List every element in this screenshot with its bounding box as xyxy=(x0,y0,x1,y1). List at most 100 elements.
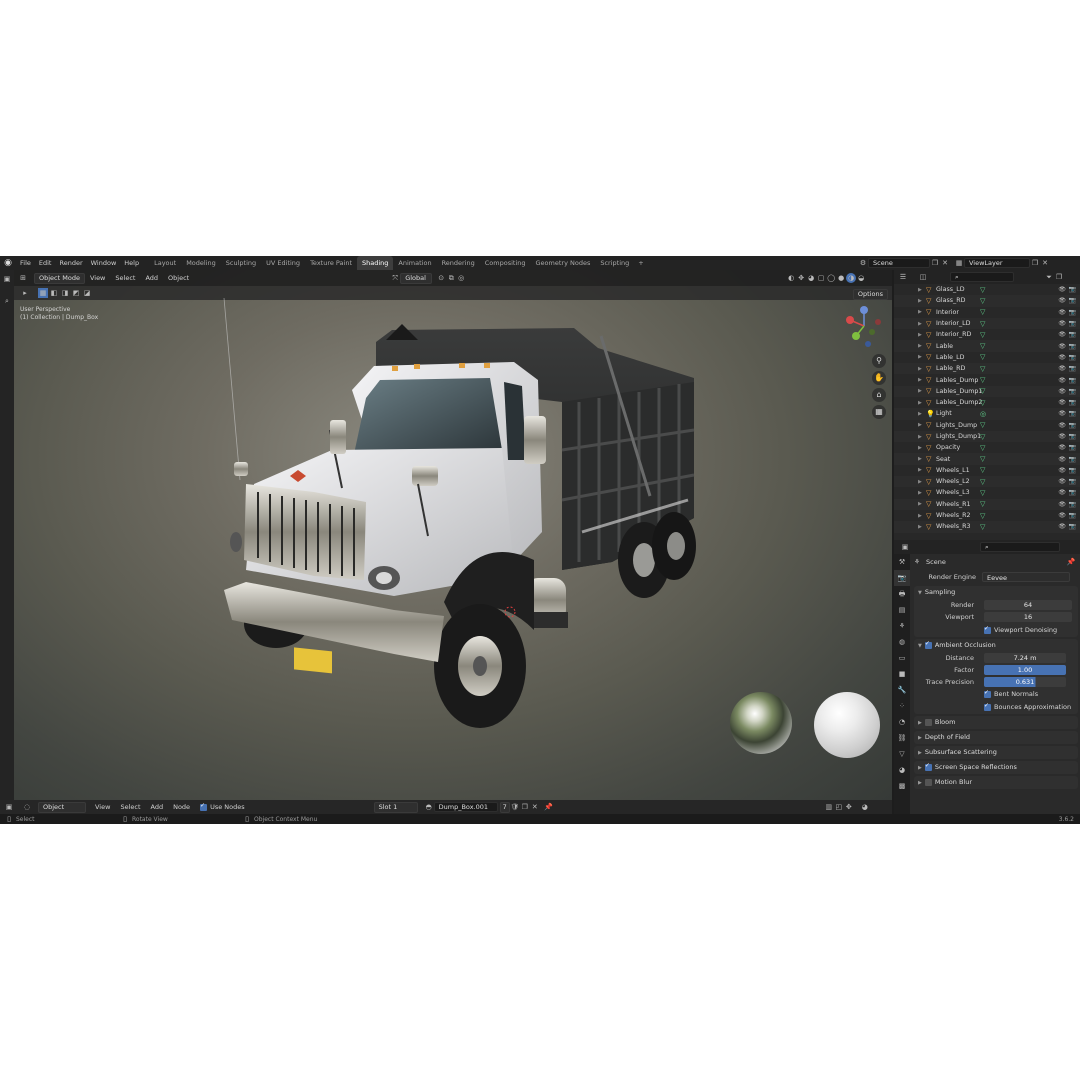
ao-header[interactable]: ▼ Ambient Occlusion xyxy=(914,639,1078,652)
menu-help[interactable]: Help xyxy=(120,256,143,270)
properties-search-input[interactable]: ⌕ xyxy=(980,542,1060,552)
render-camera-icon[interactable]: 📷 xyxy=(1069,377,1076,384)
node-menu-select[interactable]: Select xyxy=(115,803,145,811)
outliner-item[interactable]: ▶ ▽ Glass_RD ▽ 👁 📷 xyxy=(894,295,1080,307)
expand-arrow-icon[interactable]: ▶ xyxy=(918,388,926,394)
subsurface-panel[interactable]: ▶ Subsurface Scattering xyxy=(914,746,1078,759)
tab-sculpting[interactable]: Sculpting xyxy=(221,256,261,270)
render-engine-dropdown[interactable]: Eevee xyxy=(982,572,1070,582)
visibility-eye-icon[interactable]: 👁 xyxy=(1058,399,1066,406)
ao-factor-slider[interactable]: 1.00 xyxy=(984,665,1066,675)
mesh-data-icon[interactable]: ▽ xyxy=(980,455,985,463)
editor-type-icon[interactable]: ▣ xyxy=(0,274,14,284)
expand-arrow-icon[interactable]: ▶ xyxy=(918,354,926,360)
pin-icon[interactable]: 📌 xyxy=(1066,557,1076,567)
motion-blur-panel[interactable]: ▶ Motion Blur xyxy=(914,776,1078,789)
mesh-data-icon[interactable]: ▽ xyxy=(980,489,985,497)
view-layer-tab-icon[interactable]: ▤ xyxy=(894,602,910,618)
outliner-item[interactable]: ▶ ▽ Wheels_R3 ▽ 👁 📷 xyxy=(894,521,1080,533)
expand-arrow-icon[interactable]: ▶ xyxy=(918,490,926,496)
visibility-eye-icon[interactable]: 👁 xyxy=(1058,523,1066,530)
tab-shading[interactable]: Shading xyxy=(357,256,394,270)
mesh-data-icon[interactable]: ▽ xyxy=(980,376,985,384)
visibility-eye-icon[interactable]: 👁 xyxy=(1058,365,1066,372)
visibility-eye-icon[interactable]: 👁 xyxy=(1058,512,1066,519)
expand-arrow-icon[interactable]: ▶ xyxy=(918,298,926,304)
render-camera-icon[interactable]: 📷 xyxy=(1069,489,1076,496)
new-view-layer-icon[interactable]: ❐ xyxy=(1030,258,1040,268)
visibility-eye-icon[interactable]: 👁 xyxy=(1058,354,1066,361)
expand-arrow-icon[interactable]: ▶ xyxy=(918,309,926,315)
visibility-eye-icon[interactable]: 👁 xyxy=(1058,388,1066,395)
visibility-eye-icon[interactable]: 👁 xyxy=(1058,478,1066,485)
expand-arrow-icon[interactable]: ▶ xyxy=(918,422,926,428)
menu-file[interactable]: File xyxy=(16,256,35,270)
mesh-data-icon[interactable]: ▽ xyxy=(980,297,985,305)
outliner-item[interactable]: ▶ ▽ Interior_RD ▽ 👁 📷 xyxy=(894,329,1080,340)
output-tab-icon[interactable]: 🖶 xyxy=(894,586,910,602)
node-menu-add[interactable]: Add xyxy=(146,803,169,811)
filter-icon[interactable]: ⏷ xyxy=(1044,272,1054,282)
tool-tab-icon[interactable]: ⚒ xyxy=(894,554,910,570)
render-camera-icon[interactable]: 📷 xyxy=(1069,343,1076,350)
viewport-denoising-checkbox[interactable] xyxy=(984,625,991,634)
outliner-editor-icon[interactable]: ☰ xyxy=(898,272,908,282)
ao-checkbox[interactable] xyxy=(924,640,932,649)
perspective-grid-icon[interactable]: ▦ xyxy=(872,405,886,419)
slot-dropdown[interactable]: Slot 1 xyxy=(373,801,418,813)
delete-scene-icon[interactable]: ✕ xyxy=(940,258,950,268)
display-mode-icon[interactable]: ◫ xyxy=(918,272,928,282)
expand-arrow-icon[interactable]: ▶ xyxy=(918,377,926,383)
bent-normals-toggle[interactable]: Bent Normals xyxy=(984,689,1038,698)
expand-arrow-icon[interactable]: ▶ xyxy=(918,332,926,338)
use-nodes-toggle[interactable]: Use Nodes xyxy=(195,802,250,811)
expand-arrow-icon[interactable]: ▶ xyxy=(918,287,926,293)
expand-arrow-icon[interactable]: ▶ xyxy=(918,445,926,451)
tab-texture-paint[interactable]: Texture Paint xyxy=(305,256,357,270)
pin-icon[interactable]: 📌 xyxy=(544,802,554,812)
expand-arrow-icon[interactable]: ▶ xyxy=(918,411,926,417)
delete-view-layer-icon[interactable]: ✕ xyxy=(1040,258,1050,268)
outliner-item[interactable]: ▶ ▽ Wheels_R2 ▽ 👁 📷 xyxy=(894,510,1080,521)
render-camera-icon[interactable]: 📷 xyxy=(1069,309,1076,316)
render-camera-icon[interactable]: 📷 xyxy=(1069,512,1076,519)
shader-type-icon[interactable]: ◌ xyxy=(22,802,32,812)
mesh-data-icon[interactable]: ▽ xyxy=(980,331,985,339)
visibility-eye-icon[interactable]: 👁 xyxy=(1058,456,1066,463)
bent-normals-checkbox[interactable] xyxy=(984,689,991,698)
outliner-item[interactable]: ▶ ▽ Lights_Dump1 ▽ 👁 📷 xyxy=(894,430,1080,443)
mesh-data-icon[interactable]: ▽ xyxy=(980,320,985,328)
render-camera-icon[interactable]: 📷 xyxy=(1069,467,1076,474)
mesh-data-icon[interactable]: ▽ xyxy=(980,342,985,350)
render-camera-icon[interactable]: 📷 xyxy=(1069,410,1076,417)
motion-blur-header[interactable]: ▶ Motion Blur xyxy=(914,776,1078,789)
render-camera-icon[interactable]: 📷 xyxy=(1069,478,1076,485)
data-tab-icon[interactable]: ▽ xyxy=(894,746,910,762)
outliner-item[interactable]: ▶ ▽ Opacity ▽ 👁 📷 xyxy=(894,442,1080,453)
material-users-count[interactable]: 7 xyxy=(499,801,510,813)
new-scene-icon[interactable]: ❐ xyxy=(930,258,940,268)
bloom-header[interactable]: ▶ Bloom xyxy=(914,716,1078,729)
node-menu-node[interactable]: Node xyxy=(168,803,195,811)
visibility-eye-icon[interactable]: 👁 xyxy=(1058,377,1066,384)
object-tab-icon[interactable]: ■ xyxy=(894,666,910,682)
modifier-tab-icon[interactable]: 🔧 xyxy=(894,682,910,698)
mesh-data-icon[interactable]: ▽ xyxy=(980,353,985,361)
render-camera-icon[interactable]: 📷 xyxy=(1069,331,1076,338)
visibility-eye-icon[interactable]: 👁 xyxy=(1058,433,1066,440)
expand-arrow-icon[interactable]: ▶ xyxy=(918,366,926,372)
dof-header[interactable]: ▶ Depth of Field xyxy=(914,731,1078,744)
ssr-checkbox[interactable] xyxy=(924,762,932,771)
snap-toggle-icon[interactable]: ▥ xyxy=(824,802,834,812)
motion-blur-checkbox[interactable] xyxy=(924,778,932,786)
viewport-denoising-toggle[interactable]: Viewport Denoising xyxy=(984,625,1057,634)
outliner-item[interactable]: ▶ 💡 Light ◎ 👁 📷 xyxy=(894,408,1080,420)
expand-arrow-icon[interactable]: ▶ xyxy=(918,321,926,327)
ao-trace-slider[interactable]: 0.631 xyxy=(984,677,1066,687)
mesh-data-icon[interactable]: ▽ xyxy=(980,433,985,441)
tab-modeling[interactable]: Modeling xyxy=(181,256,221,270)
visibility-eye-icon[interactable]: 👁 xyxy=(1058,297,1066,304)
particles-tab-icon[interactable]: ⁘ xyxy=(894,698,910,714)
scene-field[interactable]: Scene xyxy=(868,258,930,268)
outliner-item[interactable]: ▶ ▽ Interior ▽ 👁 📷 xyxy=(894,307,1080,318)
